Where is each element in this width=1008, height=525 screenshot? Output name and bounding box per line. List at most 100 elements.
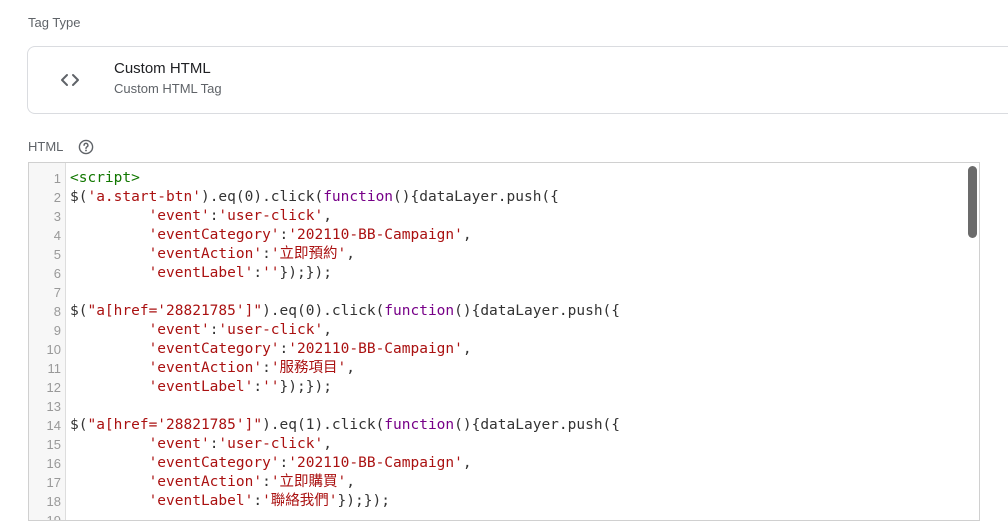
code-text[interactable]: 'eventAction':'立即購買',: [66, 473, 979, 492]
code-brackets-icon: [61, 74, 79, 86]
code-line[interactable]: 4 'eventCategory':'202110-BB-Campaign',: [29, 226, 979, 245]
code-text[interactable]: 'eventAction':'服務項目',: [66, 359, 979, 378]
line-number: 7: [53, 285, 61, 300]
code-text[interactable]: 'event':'user-click',: [66, 207, 979, 226]
code-token-plain: ,: [323, 436, 332, 452]
line-number: 11: [47, 361, 62, 376]
code-token-plain: (){dataLayer.push({: [393, 189, 559, 205]
code-text[interactable]: 'eventLabel':'聯絡我們'});});: [66, 492, 979, 511]
line-number: 14: [46, 418, 61, 433]
code-line[interactable]: 19: [29, 511, 979, 520]
code-token-string: 'user-click': [218, 208, 324, 224]
code-line[interactable]: 7: [29, 283, 979, 302]
code-token-plain: :: [279, 227, 289, 243]
code-text[interactable]: 'eventLabel':''});});: [66, 264, 979, 283]
code-token-plain: ).eq(1).click(: [262, 417, 385, 433]
code-token-string: '服務項目': [270, 360, 347, 376]
code-text[interactable]: 'eventCategory':'202110-BB-Campaign',: [66, 340, 979, 359]
code-token-string: 'eventLabel': [148, 265, 254, 281]
code-token-plain: });});: [337, 493, 390, 509]
code-text[interactable]: 'eventCategory':'202110-BB-Campaign',: [66, 454, 979, 473]
code-line[interactable]: 15 'event':'user-click',: [29, 435, 979, 454]
code-token-plain: $(: [70, 303, 88, 319]
code-line[interactable]: 3 'event':'user-click',: [29, 207, 979, 226]
code-line[interactable]: 16 'eventCategory':'202110-BB-Campaign',: [29, 454, 979, 473]
code-text[interactable]: 'eventLabel':''});});: [66, 378, 979, 397]
code-token-string: 'eventCategory': [148, 227, 280, 243]
code-text[interactable]: [66, 397, 979, 416]
code-line[interactable]: 2 $('a.start-btn').eq(0).click(function()…: [29, 188, 979, 207]
line-number: 9: [53, 323, 61, 338]
code-token-string: "a[href='28821785']": [87, 417, 263, 433]
line-number: 5: [53, 247, 61, 262]
code-text[interactable]: $("a[href='28821785']").eq(0).click(func…: [66, 302, 979, 321]
code-token-plain: $(: [70, 189, 88, 205]
code-token-string: '': [262, 265, 280, 281]
code-line[interactable]: 5 'eventAction':'立即預約',: [29, 245, 979, 264]
html-section-label: HTML: [28, 139, 64, 154]
code-text[interactable]: 'event':'user-click',: [66, 321, 979, 340]
code-token-keyword: function: [384, 303, 455, 319]
code-text[interactable]: <script>: [66, 169, 979, 188]
line-number: 16: [46, 456, 61, 471]
code-line[interactable]: 11 'eventAction':'服務項目',: [29, 359, 979, 378]
code-text[interactable]: [66, 283, 979, 302]
vertical-scrollbar[interactable]: [968, 166, 977, 238]
code-line[interactable]: 14 $("a[href='28821785']").eq(1).click(fu…: [29, 416, 979, 435]
code-token-plain: ).eq(0).click(: [200, 189, 324, 205]
code-token-plain: ,: [346, 246, 356, 262]
code-text[interactable]: $("a[href='28821785']").eq(1).click(func…: [66, 416, 979, 435]
code-token-string: 'user-click': [218, 322, 324, 338]
code-lines[interactable]: 1 <script> 2 $('a.start-btn').eq(0).click(f…: [29, 169, 979, 520]
tag-type-card[interactable]: Custom HTML Custom HTML Tag: [27, 46, 1008, 114]
line-number: 13: [46, 399, 61, 414]
code-line[interactable]: 1 <script>: [29, 169, 979, 188]
code-token-string: 'event': [148, 322, 210, 338]
code-token-plain: :: [253, 379, 263, 395]
code-line[interactable]: 6 'eventLabel':''});});: [29, 264, 979, 283]
code-token-string: 'eventAction': [148, 246, 263, 262]
tag-type-subtitle: Custom HTML Tag: [114, 81, 222, 96]
code-text[interactable]: [66, 511, 979, 520]
code-line[interactable]: 13: [29, 397, 979, 416]
code-token-plain: :: [253, 493, 263, 509]
tag-type-title: Custom HTML: [114, 60, 211, 77]
code-token-string: "a[href='28821785']": [87, 303, 263, 319]
code-token-plain: ,: [346, 474, 356, 490]
code-line[interactable]: 17 'eventAction':'立即購買',: [29, 473, 979, 492]
line-number: 3: [53, 209, 61, 224]
code-token-string: 'eventCategory': [148, 341, 280, 357]
code-token-plain: (){dataLayer.push({: [454, 417, 621, 433]
code-token-plain: ,: [462, 455, 472, 471]
code-token-string: 'eventLabel': [148, 493, 254, 509]
code-text[interactable]: $('a.start-btn').eq(0).click(function(){…: [66, 188, 979, 207]
code-line[interactable]: 18 'eventLabel':'聯絡我們'});});: [29, 492, 979, 511]
help-circle-icon[interactable]: [78, 139, 94, 155]
code-token-plain: :: [262, 246, 271, 262]
code-token-plain: ,: [346, 360, 356, 376]
code-line[interactable]: 9 'event':'user-click',: [29, 321, 979, 340]
code-text[interactable]: 'eventAction':'立即預約',: [66, 245, 979, 264]
code-line[interactable]: 8 $("a[href='28821785']").eq(0).click(fun…: [29, 302, 979, 321]
code-token-string: '立即預約': [270, 246, 347, 262]
code-token-string: 'eventCategory': [148, 455, 280, 471]
code-token-string: '聯絡我們': [262, 493, 338, 509]
code-token-plain: });});: [279, 379, 332, 395]
code-token-string: 'user-click': [218, 436, 324, 452]
code-token-plain: :: [262, 360, 271, 376]
code-line[interactable]: 12 'eventLabel':''});});: [29, 378, 979, 397]
code-text[interactable]: 'eventCategory':'202110-BB-Campaign',: [66, 226, 979, 245]
html-code-editor[interactable]: 1 <script> 2 $('a.start-btn').eq(0).click(f…: [28, 162, 980, 521]
line-number: 1: [53, 171, 61, 186]
code-token-plain: (){dataLayer.push({: [454, 303, 621, 319]
code-token-keyword: function: [323, 189, 394, 205]
code-token-plain: });});: [279, 265, 332, 281]
code-text[interactable]: 'event':'user-click',: [66, 435, 979, 454]
code-line[interactable]: 10 'eventCategory':'202110-BB-Campaign',: [29, 340, 979, 359]
